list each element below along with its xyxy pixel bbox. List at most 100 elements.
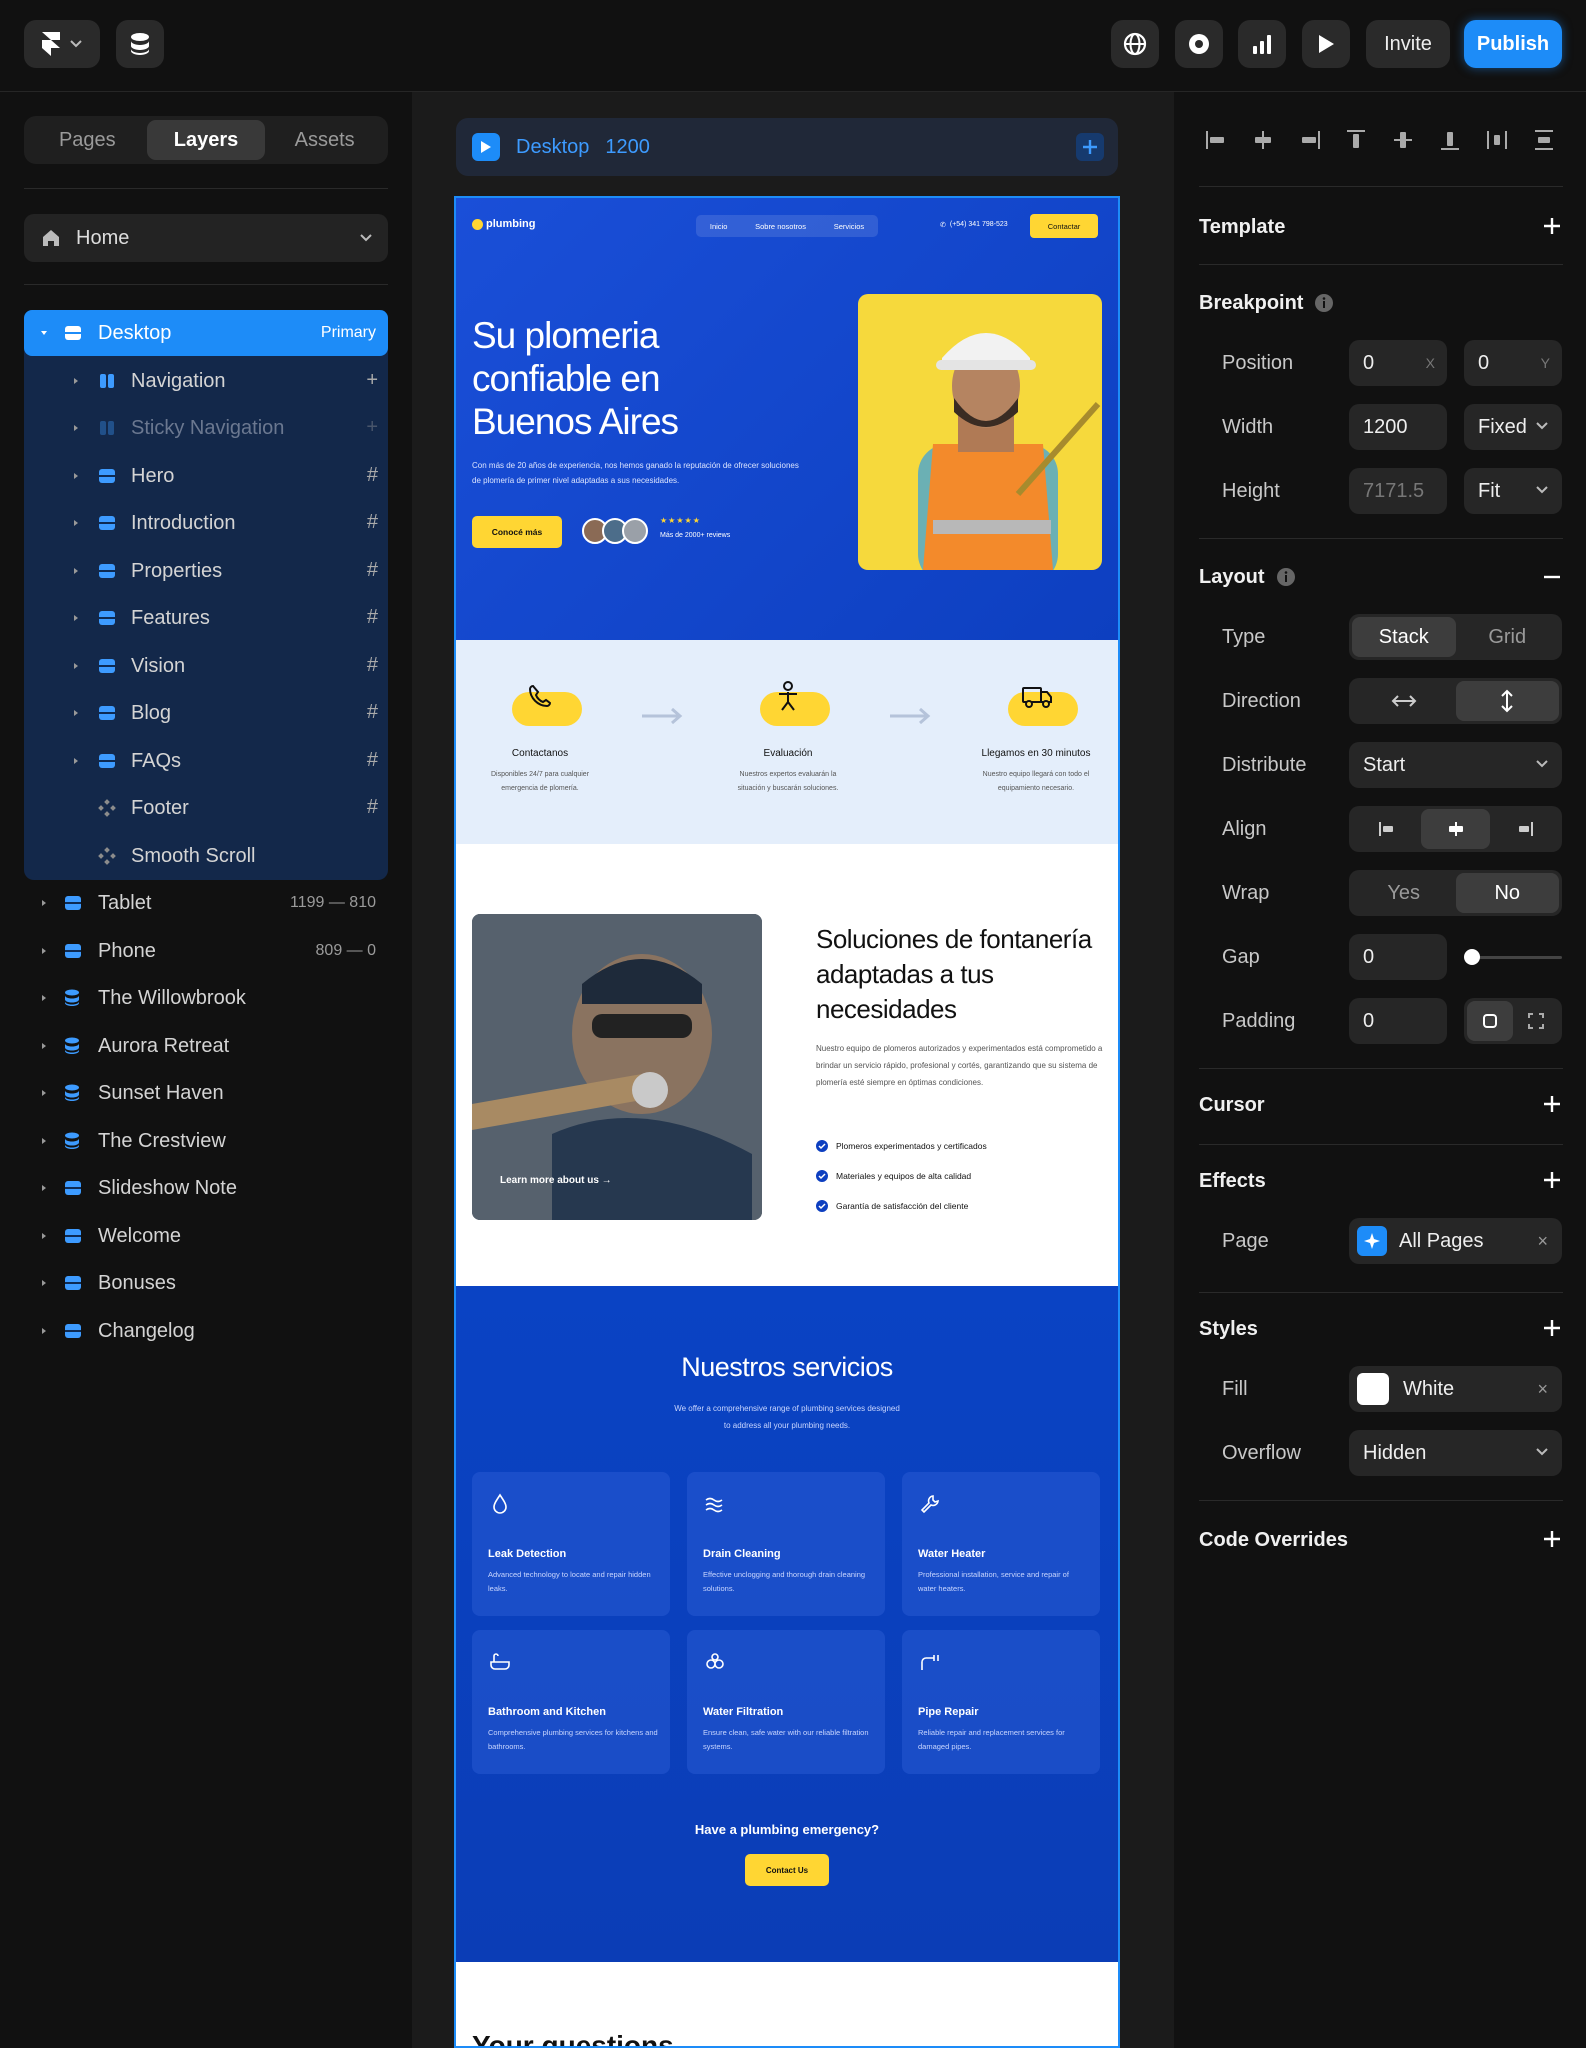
padding-field[interactable]: 0 [1349, 998, 1447, 1044]
height-field[interactable]: 7171.5 [1349, 468, 1447, 514]
hero-button[interactable]: Conocé más [472, 516, 562, 548]
page-selector[interactable]: Home [24, 214, 388, 262]
layer-action[interactable]: + [366, 416, 378, 439]
layer-action[interactable]: # [367, 464, 378, 487]
caret-right-icon[interactable] [40, 1232, 50, 1242]
fill-field[interactable]: White × [1349, 1366, 1562, 1412]
layer-item[interactable]: Features # [0, 595, 412, 641]
layer-item[interactable]: Sticky Navigation + [0, 405, 412, 451]
tab-layers[interactable]: Layers [146, 120, 266, 160]
layer-item[interactable]: Smooth Scroll [0, 833, 412, 879]
layer-action[interactable]: # [367, 749, 378, 772]
preview-settings-button[interactable] [1175, 20, 1223, 68]
gap-slider[interactable] [1466, 956, 1562, 959]
info-icon[interactable] [1276, 567, 1296, 587]
add-cursor-icon[interactable] [1540, 1092, 1564, 1116]
layer-action[interactable]: # [367, 654, 378, 677]
caret-down-icon[interactable] [40, 329, 50, 339]
align-bottom-icon[interactable] [1438, 128, 1462, 152]
padding-uniform[interactable] [1467, 1001, 1513, 1041]
align-center[interactable] [1421, 809, 1490, 849]
cms-button[interactable] [116, 20, 164, 68]
caret-right-icon[interactable] [72, 472, 82, 482]
distribute-horizontal-icon[interactable] [1485, 128, 1509, 152]
site-nav-link[interactable]: Servicios [834, 222, 864, 231]
fill-swatch[interactable] [1357, 1373, 1389, 1405]
gap-slider-thumb[interactable] [1464, 949, 1480, 965]
caret-right-icon[interactable] [72, 377, 82, 387]
tab-assets[interactable]: Assets [265, 120, 384, 160]
align-end[interactable] [1490, 809, 1559, 849]
site-nav-link[interactable]: Sobre nosotros [755, 222, 806, 231]
intro-link[interactable]: Learn more about us → [500, 1175, 612, 1186]
caret-right-icon[interactable] [72, 709, 82, 719]
width-mode-select[interactable]: Fixed [1464, 404, 1562, 450]
distribute-vertical-icon[interactable] [1532, 128, 1556, 152]
desktop-frame[interactable]: plumbing Inicio Sobre nosotros Servicios… [454, 196, 1120, 2048]
align-right-icon[interactable] [1298, 128, 1322, 152]
analytics-button[interactable] [1238, 20, 1286, 68]
publish-button[interactable]: Publish [1464, 20, 1562, 68]
page-effect-field[interactable]: All Pages × [1349, 1218, 1562, 1264]
align-left-icon[interactable] [1204, 128, 1228, 152]
collapse-layout-icon[interactable] [1540, 565, 1564, 589]
preview-icon[interactable] [472, 133, 500, 161]
add-style-icon[interactable] [1540, 1316, 1564, 1340]
width-field[interactable]: 1200 [1349, 404, 1447, 450]
page-item[interactable]: The Crestview [0, 1118, 412, 1164]
caret-right-icon[interactable] [40, 1042, 50, 1052]
caret-right-icon[interactable] [72, 519, 82, 529]
add-effect-icon[interactable] [1540, 1168, 1564, 1192]
layer-item[interactable]: Navigation + [0, 358, 412, 404]
padding-individual[interactable] [1513, 1001, 1559, 1041]
caret-right-icon[interactable] [40, 1279, 50, 1289]
caret-right-icon[interactable] [40, 947, 50, 957]
add-code-override-icon[interactable] [1540, 1527, 1564, 1551]
service-card[interactable]: Leak Detection Advanced technology to loc… [472, 1472, 670, 1616]
preview-play-button[interactable] [1302, 20, 1350, 68]
caret-right-icon[interactable] [72, 424, 82, 434]
caret-right-icon[interactable] [72, 567, 82, 577]
align-top-icon[interactable] [1344, 128, 1368, 152]
layer-action[interactable]: # [367, 796, 378, 819]
direction-vertical[interactable] [1455, 681, 1559, 721]
wrap-no-option[interactable]: No [1455, 873, 1559, 913]
page-item[interactable]: Phone 809 — 0 [0, 928, 412, 974]
page-item[interactable]: Tablet 1199 — 810 [0, 880, 412, 926]
align-vertical-center-icon[interactable] [1391, 128, 1415, 152]
site-logo[interactable]: plumbing [472, 218, 536, 230]
layer-item[interactable]: Hero # [0, 453, 412, 499]
direction-horizontal[interactable] [1352, 681, 1456, 721]
page-item[interactable]: The Willowbrook [0, 975, 412, 1021]
position-y-field[interactable]: 0Y [1464, 340, 1562, 386]
layer-item[interactable]: Introduction # [0, 500, 412, 546]
caret-right-icon[interactable] [40, 899, 50, 909]
caret-right-icon[interactable] [72, 662, 82, 672]
service-card[interactable]: Water Filtration Ensure clean, safe water… [687, 1630, 885, 1774]
layer-desktop[interactable]: Desktop Primary [0, 310, 412, 356]
service-card[interactable]: Water Heater Professional installation, s… [902, 1472, 1100, 1616]
site-cta-button[interactable]: Contactar [1030, 214, 1098, 238]
page-item[interactable]: Aurora Retreat [0, 1023, 412, 1069]
tab-pages[interactable]: Pages [28, 120, 147, 160]
caret-right-icon[interactable] [72, 614, 82, 624]
caret-right-icon[interactable] [40, 994, 50, 1004]
type-stack-option[interactable]: Stack [1352, 617, 1456, 657]
info-icon[interactable] [1314, 293, 1334, 313]
caret-right-icon[interactable] [40, 1137, 50, 1147]
layer-item[interactable]: Footer # [0, 785, 412, 831]
layer-action[interactable]: # [367, 559, 378, 582]
service-card[interactable]: Drain Cleaning Effective unclogging and t… [687, 1472, 885, 1616]
site-settings-button[interactable] [1111, 20, 1159, 68]
align-horizontal-center-icon[interactable] [1251, 128, 1275, 152]
distribute-select[interactable]: Start [1349, 742, 1562, 788]
align-start[interactable] [1352, 809, 1421, 849]
service-card[interactable]: Bathroom and Kitchen Comprehensive plumbi… [472, 1630, 670, 1774]
position-x-field[interactable]: 0X [1349, 340, 1447, 386]
type-grid-option[interactable]: Grid [1456, 617, 1560, 657]
caret-right-icon[interactable] [40, 1327, 50, 1337]
layer-action[interactable]: # [367, 701, 378, 724]
height-mode-select[interactable]: Fit [1464, 468, 1562, 514]
page-item[interactable]: Changelog [0, 1308, 412, 1354]
page-item[interactable]: Bonuses [0, 1260, 412, 1306]
